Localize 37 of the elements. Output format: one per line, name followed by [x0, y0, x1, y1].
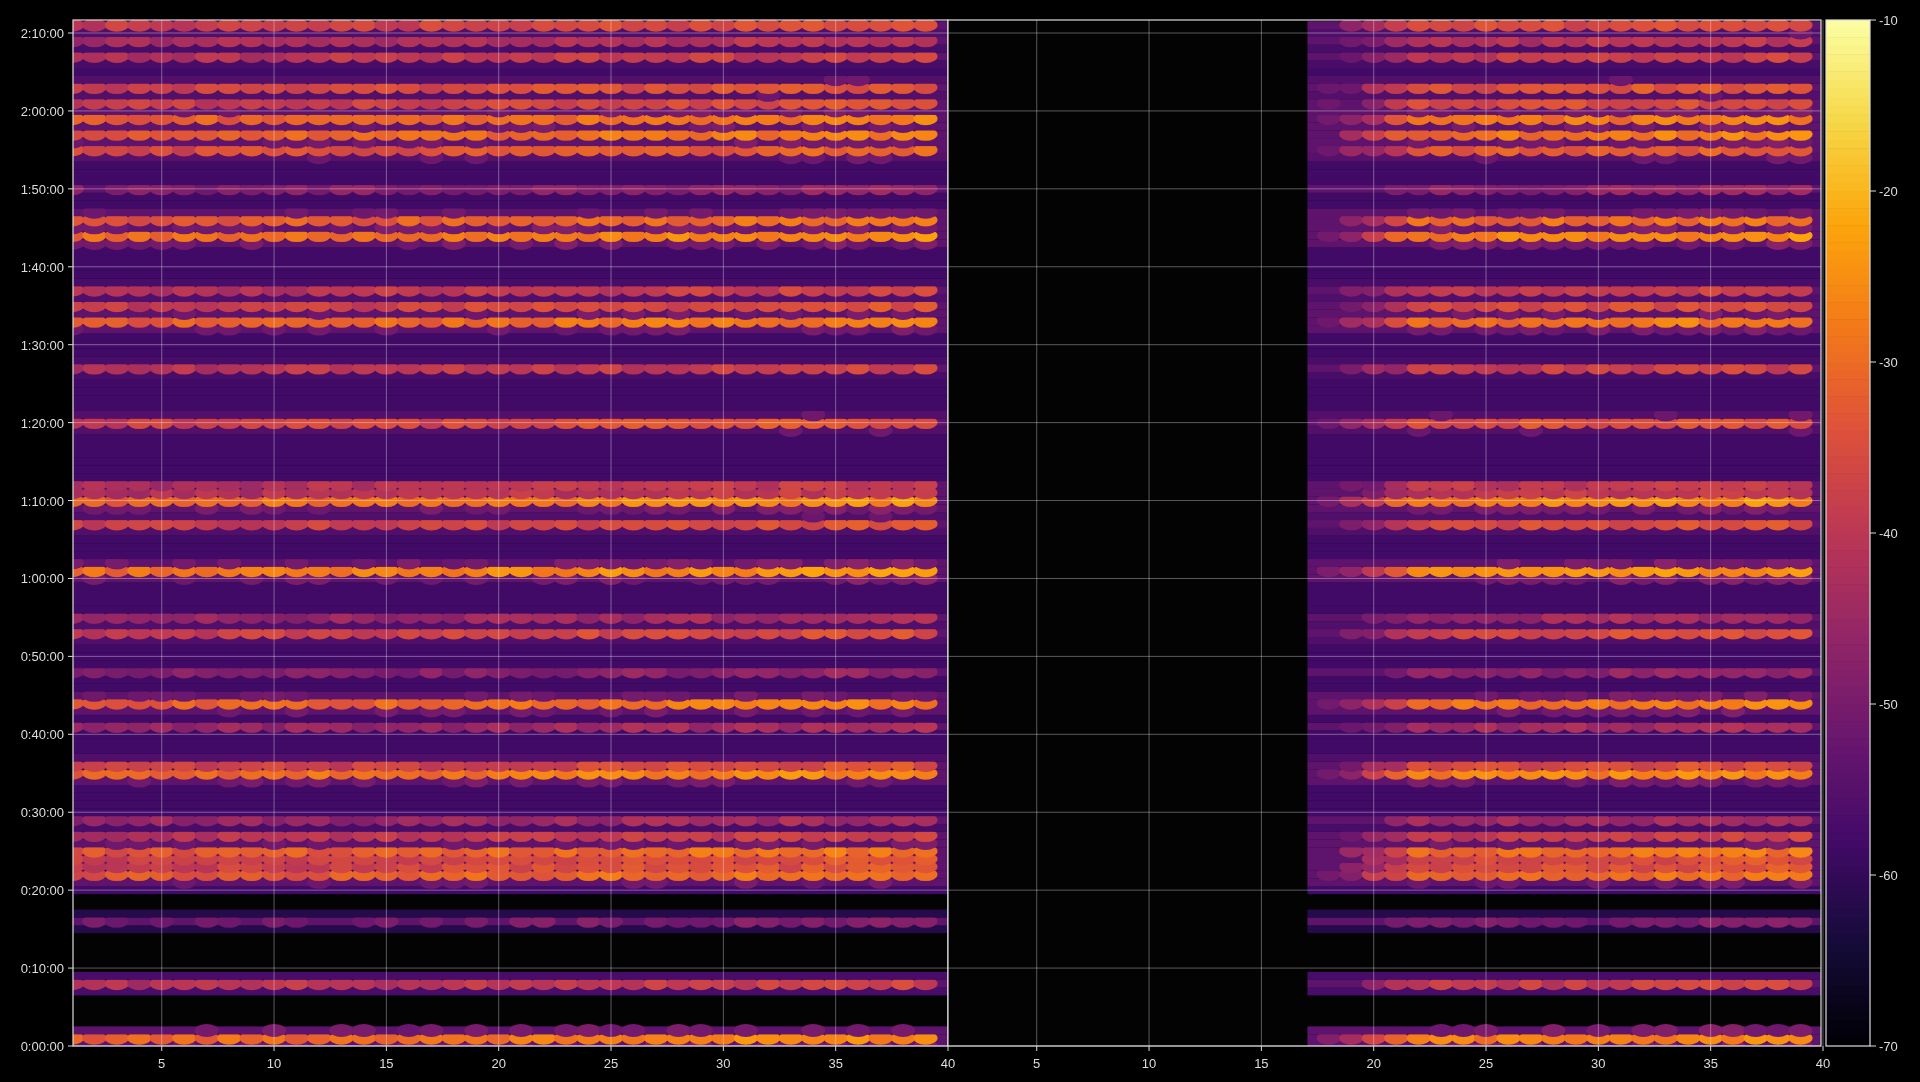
x-tick-label: 35 [828, 1056, 843, 1071]
colorbar-tick-label: -10 [1879, 13, 1898, 28]
y-tick-label: 2:00:00 [20, 103, 64, 119]
x-tick-label: 40 [1815, 1056, 1831, 1071]
x-tick-label: 30 [716, 1056, 731, 1071]
y-tick-label: 0:40:00 [20, 727, 64, 743]
x-tick-label: 25 [1478, 1056, 1494, 1071]
x-tick-label: 5 [1033, 1056, 1041, 1071]
x-tick-label: 20 [1366, 1056, 1381, 1071]
colorbar-tick-label: -50 [1879, 697, 1898, 712]
x-tick-label: 5 [158, 1056, 166, 1071]
y-tick-label: 0:50:00 [20, 649, 64, 665]
y-tick-label: 0:20:00 [20, 883, 64, 899]
colorbar-tick-label: -70 [1879, 1039, 1898, 1054]
y-tick-label: 2:10:00 [20, 26, 64, 41]
x-tick-label: 30 [1591, 1056, 1606, 1071]
y-tick-label: 1:00:00 [20, 571, 64, 587]
y-tick-label: 1:40:00 [20, 259, 64, 275]
x-tick-label: 15 [379, 1056, 394, 1071]
y-tick-label: 1:10:00 [20, 493, 64, 509]
y-tick-label: 0:00:00 [20, 1039, 64, 1054]
y-tick-label: 1:30:00 [20, 337, 64, 353]
y-tick-label: 0:10:00 [20, 961, 64, 977]
x-tick-label: 40 [940, 1056, 956, 1071]
colorbar-tick-label: -30 [1879, 355, 1898, 370]
x-tick-label: 20 [491, 1056, 506, 1071]
colorbar-tick-label: -40 [1879, 526, 1898, 541]
y-tick-label: 0:30:00 [20, 805, 64, 821]
y-tick-label: 1:50:00 [20, 181, 64, 197]
x-tick-label: 15 [1254, 1056, 1269, 1071]
x-tick-label: 25 [603, 1056, 619, 1071]
x-tick-label: 35 [1703, 1056, 1718, 1071]
x-tick-label: 10 [1141, 1056, 1157, 1071]
y-tick-label: 1:20:00 [20, 415, 64, 431]
colorbar-tick-label: -60 [1879, 868, 1898, 883]
colorbar-tick-label: -20 [1879, 184, 1898, 199]
x-tick-label: 10 [266, 1056, 282, 1071]
